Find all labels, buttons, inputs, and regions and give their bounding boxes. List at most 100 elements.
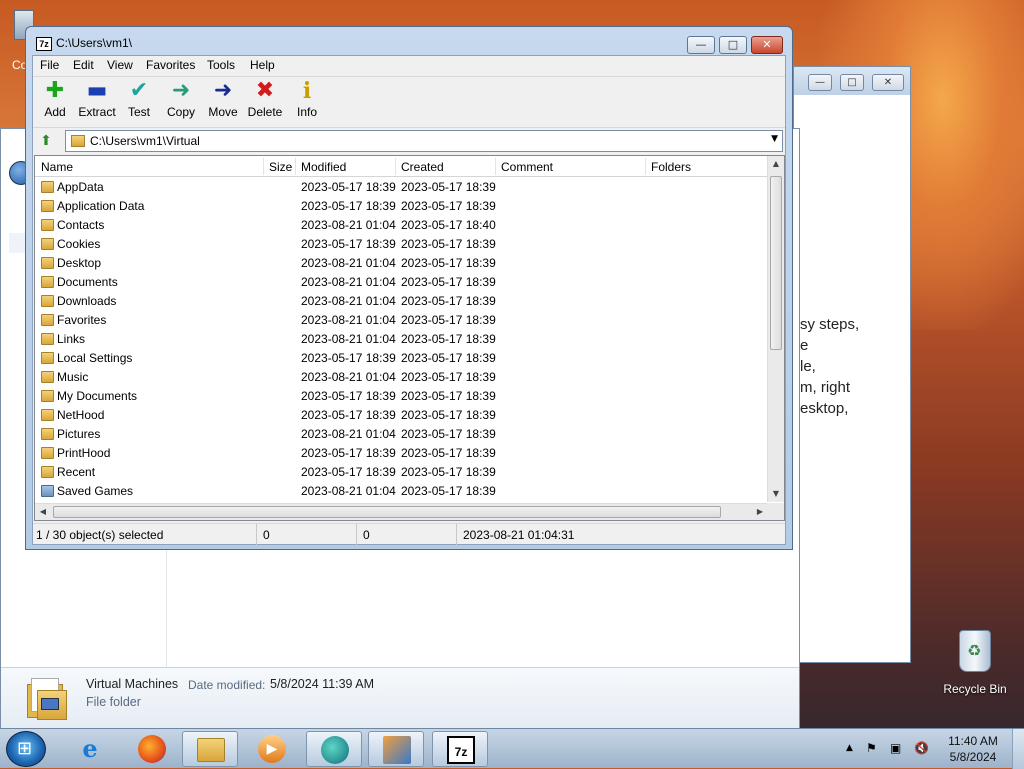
row-modified: 2023-05-17 18:39 xyxy=(301,237,396,251)
column-size[interactable]: Size xyxy=(269,160,292,174)
toolbar: ✚ Add ▬ Extract ✔ Test ➜ Copy ➜ Move ✖ D… xyxy=(33,76,785,128)
details-item-name: Virtual Machines xyxy=(86,677,179,691)
column-folders[interactable]: Folders xyxy=(651,160,691,174)
table-row[interactable]: Downloads 2023-08-21 01:04 2023-05-17 18:3… xyxy=(35,292,768,311)
table-row[interactable]: Saved Games 2023-08-21 01:04 2023-05-17 18… xyxy=(35,482,768,501)
table-row[interactable]: Recent 2023-05-17 18:39 2023-05-17 18:39 xyxy=(35,463,768,482)
media-player-icon: ▶ xyxy=(258,735,286,763)
table-row[interactable]: My Documents 2023-05-17 18:39 2023-05-17 1… xyxy=(35,387,768,406)
table-row[interactable]: NetHood 2023-05-17 18:39 2023-05-17 18:39 xyxy=(35,406,768,425)
menu-file[interactable]: File xyxy=(40,58,59,72)
table-row[interactable]: AppData 2023-05-17 18:39 2023-05-17 18:39 xyxy=(35,178,768,197)
table-row[interactable]: Cookies 2023-05-17 18:39 2023-05-17 18:39 xyxy=(35,235,768,254)
row-created: 2023-05-17 18:39 xyxy=(401,237,496,251)
row-created: 2023-05-17 18:39 xyxy=(401,351,496,365)
row-created: 2023-05-17 18:39 xyxy=(401,427,496,441)
test-button[interactable]: ✔ Test xyxy=(117,79,161,127)
extract-button[interactable]: ▬ Extract xyxy=(75,79,119,127)
scroll-right-icon[interactable]: ▶ xyxy=(752,504,768,520)
status-datetime: 2023-08-21 01:04:31 xyxy=(463,528,575,542)
scroll-down-icon[interactable]: ▼ xyxy=(768,486,784,502)
row-created: 2023-05-17 18:39 xyxy=(401,484,496,498)
menu-edit[interactable]: Edit xyxy=(73,58,94,72)
table-row[interactable]: Favorites 2023-08-21 01:04 2023-05-17 18:3… xyxy=(35,311,768,330)
maximize-button[interactable]: □ xyxy=(840,74,864,91)
menu-view[interactable]: View xyxy=(107,58,133,72)
table-row[interactable]: Contacts 2023-08-21 01:04 2023-05-17 18:40 xyxy=(35,216,768,235)
start-button[interactable] xyxy=(6,731,46,767)
folder-icon xyxy=(41,466,54,478)
vertical-scroll-thumb[interactable] xyxy=(770,176,782,350)
row-name: My Documents xyxy=(57,389,138,403)
minimize-button[interactable]: — xyxy=(808,74,832,91)
column-comment[interactable]: Comment xyxy=(501,160,553,174)
show-hidden-icons-icon[interactable]: ▲ xyxy=(846,743,853,753)
taskbar-firefox[interactable] xyxy=(124,731,180,767)
minimize-button[interactable]: — xyxy=(687,36,715,54)
folder-icon xyxy=(71,135,85,147)
table-row[interactable]: Documents 2023-08-21 01:04 2023-05-17 18:3… xyxy=(35,273,768,292)
close-button[interactable]: ✕ xyxy=(872,74,904,91)
row-name: Cookies xyxy=(57,237,101,251)
horizontal-scrollbar[interactable]: ◀ ▶ xyxy=(35,503,768,520)
folder-icon xyxy=(41,352,54,364)
taskbar-internet-explorer[interactable]: e xyxy=(62,731,118,767)
taskbar-media-player[interactable]: ▶ xyxy=(244,731,300,767)
table-row[interactable]: Music 2023-08-21 01:04 2023-05-17 18:39 xyxy=(35,368,768,387)
maximize-button[interactable]: □ xyxy=(719,36,747,54)
chevron-down-icon[interactable]: ▼ xyxy=(771,134,778,144)
background-text-line: sy steps, xyxy=(800,316,860,333)
taskbar-app[interactable] xyxy=(306,731,362,767)
file-explorer-icon xyxy=(197,738,225,762)
background-text-line: e xyxy=(800,337,809,354)
row-created: 2023-05-17 18:39 xyxy=(401,370,496,384)
horizontal-scroll-thumb[interactable] xyxy=(53,506,721,518)
info-button[interactable]: i Info xyxy=(285,79,329,127)
scroll-left-icon[interactable]: ◀ xyxy=(35,504,51,520)
action-center-flag-icon[interactable]: ⚑ xyxy=(866,741,877,755)
recycle-bin-icon xyxy=(959,630,991,672)
app-icon xyxy=(321,736,349,764)
clock-time: 11:40 AM xyxy=(948,734,998,748)
row-created: 2023-05-17 18:39 xyxy=(401,332,496,346)
copy-button[interactable]: ➜ Copy xyxy=(159,79,203,127)
taskbar-windows[interactable] xyxy=(368,731,424,767)
table-row[interactable]: Pictures 2023-08-21 01:04 2023-05-17 18:39 xyxy=(35,425,768,444)
taskbar-file-explorer[interactable] xyxy=(182,731,238,767)
internet-explorer-icon: e xyxy=(82,734,98,763)
minus-icon: ▬ xyxy=(86,78,108,103)
table-row[interactable]: Local Settings 2023-05-17 18:39 2023-05-17… xyxy=(35,349,768,368)
up-folder-icon[interactable]: ⬆ xyxy=(37,132,55,150)
table-row[interactable]: Links 2023-08-21 01:04 2023-05-17 18:39 xyxy=(35,330,768,349)
table-row[interactable]: Desktop 2023-08-21 01:04 2023-05-17 18:39 xyxy=(35,254,768,273)
close-button[interactable]: ✕ xyxy=(751,36,783,54)
column-name[interactable]: Name xyxy=(41,160,73,174)
details-pane: Virtual Machines Date modified: 5/8/2024… xyxy=(1,667,799,729)
volume-muted-icon[interactable]: 🔇 xyxy=(914,741,929,755)
column-created[interactable]: Created xyxy=(401,160,444,174)
address-input[interactable]: C:\Users\vm1\Virtual ▼ xyxy=(65,130,783,152)
system-clock[interactable]: 11:40 AM 5/8/2024 xyxy=(938,733,1008,765)
scroll-up-icon[interactable]: ▲ xyxy=(768,156,784,172)
windows-icon xyxy=(383,736,411,764)
menu-tools[interactable]: Tools xyxy=(207,58,235,72)
details-modified-value: 5/8/2024 11:39 AM xyxy=(270,677,375,691)
menu-help[interactable]: Help xyxy=(250,58,275,72)
row-modified: 2023-08-21 01:04 xyxy=(301,256,396,270)
add-button[interactable]: ✚ Add xyxy=(33,79,77,127)
vertical-scrollbar[interactable]: ▲ ▼ xyxy=(767,156,784,502)
row-name: PrintHood xyxy=(57,446,111,460)
move-button[interactable]: ➜ Move xyxy=(201,79,245,127)
table-row[interactable]: Application Data 2023-05-17 18:39 2023-05-… xyxy=(35,197,768,216)
table-row[interactable]: PrintHood 2023-05-17 18:39 2023-05-17 18:3… xyxy=(35,444,768,463)
network-icon[interactable]: ▣ xyxy=(890,741,901,755)
row-modified: 2023-08-21 01:04 xyxy=(301,218,396,232)
show-desktop-button[interactable] xyxy=(1012,729,1024,769)
recycle-bin[interactable]: Recycle Bin xyxy=(940,630,1010,696)
column-modified[interactable]: Modified xyxy=(301,160,346,174)
delete-button[interactable]: ✖ Delete xyxy=(243,79,287,127)
extract-button-label: Extract xyxy=(78,105,116,119)
menu-favorites[interactable]: Favorites xyxy=(146,58,195,72)
folder-icon xyxy=(41,428,54,440)
taskbar-7zip[interactable]: 7z xyxy=(432,731,488,767)
